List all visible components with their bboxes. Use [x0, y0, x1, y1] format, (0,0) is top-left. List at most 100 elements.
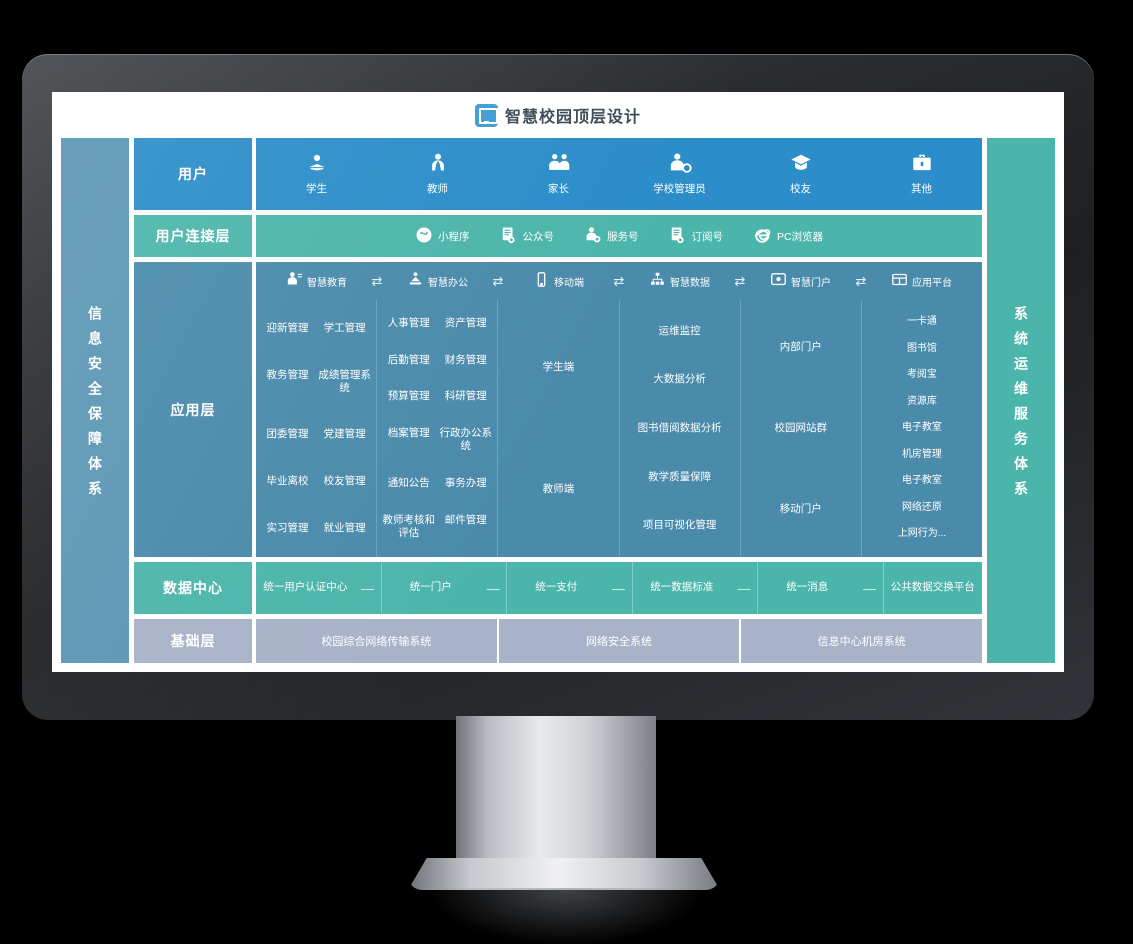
app-column-header-smart-education[interactable]: 智慧教育 ⇄ — [256, 271, 382, 292]
monitor-stand-base — [408, 858, 720, 890]
user-role-label: 其他 — [911, 183, 932, 195]
app-item[interactable]: 运维监控 — [659, 325, 701, 338]
app-column-header-app-platform[interactable]: 应用平台 — [861, 271, 982, 292]
app-item[interactable]: 就业管理 — [316, 522, 373, 535]
graduate-cap-icon — [789, 152, 813, 178]
app-column-header-label: 智慧教育 — [307, 277, 347, 289]
layer-row-data-center: 数据中心 统一用户认证中心 — 统一门户 — 统一支付 — 统一数据标准 — 统… — [134, 562, 982, 614]
application-column-headers: 智慧教育 ⇄ 智慧办公 ⇄ 移动端 ⇄ 智慧数据 ⇄ 智慧门户 ⇄ 应用平台 — [256, 262, 982, 300]
app-item[interactable]: 项目可视化管理 — [643, 519, 717, 532]
app-item[interactable]: 考阅宝 — [907, 369, 937, 382]
app-item-list: 一卡通 图书馆 考阅宝 资源库 电子教室 机房管理 电子教室 网络还原 上网行为 — [865, 307, 979, 550]
app-item[interactable]: 党建管理 — [316, 428, 373, 441]
user-role-student[interactable]: 学生 — [256, 138, 377, 210]
app-item[interactable]: 资源库 — [907, 396, 937, 409]
app-item[interactable]: 内部门户 — [780, 341, 822, 354]
monitor-stand-shadow — [430, 888, 700, 944]
user-role-alumni[interactable]: 校友 — [740, 138, 861, 210]
app-item[interactable]: 成绩管理系统 — [316, 369, 373, 395]
channel-service-account[interactable]: 服务号 — [584, 226, 639, 247]
app-item[interactable]: 团委管理 — [259, 428, 316, 441]
channel-label: 服务号 — [606, 230, 639, 243]
app-item[interactable]: 上网行为... — [898, 528, 946, 541]
channel-label: 订阅号 — [691, 230, 723, 243]
row-label-user-connect: 用户连接层 — [134, 215, 252, 257]
app-item[interactable]: 校园网站群 — [775, 422, 828, 435]
app-item[interactable]: 人事管理 — [380, 317, 437, 330]
data-center-item[interactable]: 统一数据标准 — [631, 562, 732, 614]
app-item[interactable]: 教师考核和评估 — [380, 514, 437, 540]
app-item[interactable]: 毕业离校 — [259, 475, 316, 488]
channel-pc-browser[interactable]: PC浏览器 — [753, 225, 823, 247]
channel-subscription-account[interactable]: 订阅号 — [668, 226, 723, 247]
app-item[interactable]: 电子教室 — [902, 422, 942, 435]
app-column-header-smart-data[interactable]: 智慧数据 ⇄ — [619, 271, 745, 292]
app-item[interactable]: 大数据分析 — [653, 373, 706, 386]
app-column-mobile: 学生端 教师端 — [497, 300, 618, 557]
app-item[interactable]: 教师端 — [543, 483, 575, 496]
data-center-item[interactable]: 公共数据交换平台 — [882, 562, 983, 614]
app-item[interactable]: 教务管理 — [259, 369, 316, 395]
channel-mini-program[interactable]: 小程序 — [415, 226, 469, 247]
student-icon — [306, 152, 328, 178]
layer-row-user-connect: 用户连接层 小程序 公众号 服务号 订阅号 PC浏览器 — [134, 215, 982, 257]
app-item[interactable]: 一卡通 — [907, 316, 937, 329]
app-item[interactable]: 学工管理 — [316, 322, 373, 335]
app-column-header-mobile[interactable]: 移动端 ⇄ — [498, 271, 624, 292]
app-item[interactable]: 教学质量保障 — [648, 471, 711, 484]
infrastructure-item[interactable]: 信息中心机房系统 — [739, 619, 982, 663]
application-layer-body: 智慧教育 ⇄ 智慧办公 ⇄ 移动端 ⇄ 智慧数据 ⇄ 智慧门户 ⇄ 应用平台 迎… — [256, 262, 982, 557]
user-role-label: 教师 — [427, 183, 448, 195]
app-item[interactable]: 邮件管理 — [437, 514, 494, 540]
user-role-teacher[interactable]: 教师 — [377, 138, 498, 210]
data-center-item[interactable]: 统一用户认证中心 — [256, 562, 355, 614]
app-item[interactable]: 后勤管理 — [380, 354, 437, 367]
app-item[interactable]: 迎新管理 — [259, 322, 316, 335]
app-item[interactable]: 通知公告 — [380, 477, 437, 490]
app-item-list: 运维监控 大数据分析 图书借阅数据分析 教学质量保障 项目可视化管理 — [623, 307, 737, 550]
smart-data-icon — [649, 271, 666, 292]
user-role-label: 学校管理员 — [653, 183, 706, 195]
infrastructure-item[interactable]: 网络安全系统 — [496, 619, 740, 663]
app-item[interactable]: 图书馆 — [907, 343, 937, 356]
data-center-list: 统一用户认证中心 — 统一门户 — 统一支付 — 统一数据标准 — 统一消息 —… — [256, 562, 982, 614]
app-item[interactable]: 档案管理 — [380, 427, 437, 453]
official-account-icon — [499, 226, 517, 247]
connector-dash-icon: — — [361, 580, 374, 596]
app-item[interactable]: 移动门户 — [780, 503, 822, 516]
app-item[interactable]: 学生端 — [543, 361, 575, 374]
app-item[interactable]: 财务管理 — [437, 354, 494, 367]
app-item[interactable]: 校友管理 — [316, 475, 373, 488]
app-platform-icon — [891, 271, 908, 292]
user-role-school-admin[interactable]: 学校管理员 — [619, 138, 740, 210]
app-item[interactable]: 资产管理 — [437, 317, 494, 330]
app-item[interactable]: 科研管理 — [437, 390, 494, 403]
infrastructure-item[interactable]: 校园综合网络传输系统 — [256, 619, 497, 663]
app-item[interactable]: 行政办公系统 — [437, 427, 494, 453]
app-column-header-smart-office[interactable]: 智慧办公 ⇄ — [377, 271, 503, 292]
app-item[interactable]: 电子教室 — [902, 475, 942, 488]
app-column-app-platform: 一卡通 图书馆 考阅宝 资源库 电子教室 机房管理 电子教室 网络还原 上网行为 — [860, 300, 982, 557]
app-item[interactable]: 预算管理 — [380, 390, 437, 403]
data-center-item[interactable]: 统一支付 — [506, 562, 606, 614]
app-column-header-smart-portal[interactable]: 智慧门户 ⇄ — [740, 271, 866, 292]
data-center-item[interactable]: 统一消息 — [757, 562, 857, 614]
admin-gear-icon — [668, 152, 692, 178]
app-item[interactable]: 网络还原 — [902, 502, 942, 515]
user-role-parents[interactable]: 家长 — [498, 138, 619, 210]
app-column-smart-portal: 内部门户 校园网站群 移动门户 — [739, 300, 861, 557]
app-item[interactable]: 图书借阅数据分析 — [638, 422, 722, 435]
layer-row-application: 应用层 智慧教育 ⇄ 智慧办公 ⇄ 移动端 ⇄ 智慧数据 ⇄ 智慧门户 ⇄ 应用… — [134, 262, 982, 557]
architecture-diagram: 智慧校园顶层设计 信息安全保障体系 用户 学生 教师 家长 学校管理员 校友 其… — [52, 92, 1064, 672]
app-item[interactable]: 实习管理 — [259, 522, 316, 535]
ie-browser-icon — [753, 225, 772, 247]
data-center-item[interactable]: 统一门户 — [380, 562, 481, 614]
page-title: 智慧校园顶层设计 — [504, 109, 641, 126]
channel-official-account[interactable]: 公众号 — [499, 226, 554, 247]
row-label-application: 应用层 — [134, 262, 252, 557]
connector-dash-icon: — — [737, 580, 751, 596]
user-role-other[interactable]: 其他 — [861, 138, 982, 210]
app-item[interactable]: 事务办理 — [437, 477, 494, 490]
app-item[interactable]: 机房管理 — [902, 449, 942, 462]
app-column-smart-data: 运维监控 大数据分析 图书借阅数据分析 教学质量保障 项目可视化管理 — [618, 300, 740, 557]
